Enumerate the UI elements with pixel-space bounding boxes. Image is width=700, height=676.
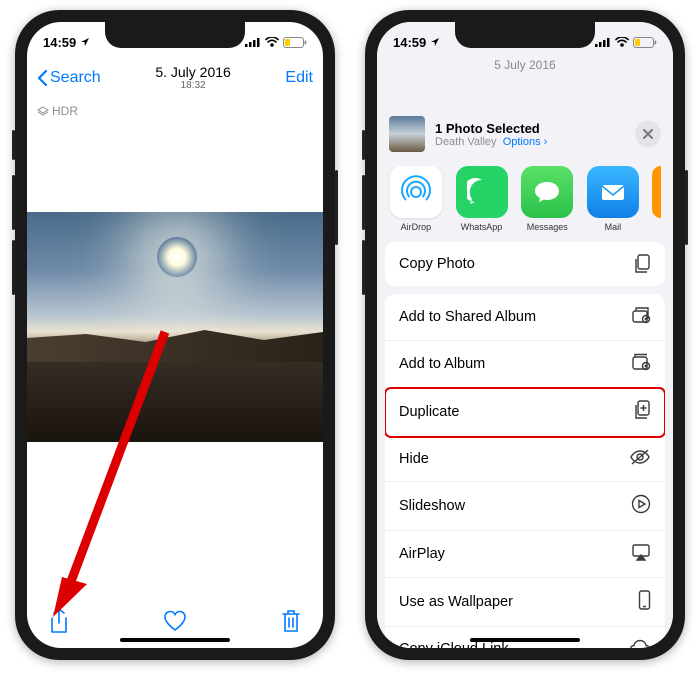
battery-icon bbox=[633, 37, 657, 48]
selection-subtitle: Death Valley bbox=[435, 136, 497, 148]
action-use-as-wallpaper[interactable]: Use as Wallpaper bbox=[385, 578, 665, 627]
share-actions: Copy Photo Add to Shared AlbumAdd to Alb… bbox=[377, 242, 673, 648]
chevron-left-icon bbox=[37, 69, 48, 87]
signal-icon bbox=[595, 37, 611, 47]
close-icon bbox=[643, 129, 653, 139]
airplay-icon bbox=[631, 543, 651, 565]
action-slideshow[interactable]: Slideshow bbox=[385, 482, 665, 531]
hdr-badge: HDR bbox=[27, 100, 323, 122]
copy-icloud-link-icon bbox=[629, 639, 651, 648]
app-messages[interactable]: Messages bbox=[520, 166, 574, 232]
trash-icon bbox=[281, 609, 301, 633]
whatsapp-icon bbox=[467, 177, 497, 207]
app-airdrop[interactable]: AirDrop bbox=[389, 166, 443, 232]
add-to-shared-album-icon bbox=[631, 306, 651, 328]
messages-icon bbox=[532, 177, 562, 207]
home-indicator[interactable] bbox=[470, 638, 580, 642]
action-add-to-album[interactable]: Add to Album bbox=[385, 341, 665, 388]
back-button[interactable]: Search bbox=[37, 69, 101, 87]
status-time: 14:59 bbox=[43, 35, 76, 50]
close-button[interactable] bbox=[635, 121, 661, 147]
share-button[interactable] bbox=[49, 608, 69, 639]
location-icon bbox=[80, 37, 90, 47]
action-add-to-shared-album[interactable]: Add to Shared Album bbox=[385, 294, 665, 341]
share-sheet-header: 1 Photo Selected Death Valley Options › bbox=[377, 106, 673, 162]
selection-title: 1 Photo Selected bbox=[435, 121, 625, 136]
notch bbox=[455, 22, 595, 48]
signal-icon bbox=[245, 37, 261, 47]
screen-right: 14:59 5 July 2016 1 Photo Selected Death… bbox=[377, 22, 673, 648]
home-indicator[interactable] bbox=[120, 638, 230, 642]
photo-viewer[interactable] bbox=[27, 212, 323, 442]
edit-button[interactable]: Edit bbox=[285, 69, 313, 87]
wifi-icon bbox=[265, 37, 279, 47]
airdrop-icon bbox=[399, 175, 433, 209]
screen-left: 14:59 Search 5. July 2016 18:32 bbox=[27, 22, 323, 648]
app-more-peek[interactable] bbox=[652, 166, 661, 218]
phone-left: 14:59 Search 5. July 2016 18:32 bbox=[15, 10, 335, 660]
share-apps-row[interactable]: AirDrop WhatsApp Messages bbox=[377, 162, 673, 242]
nav-bar: Search 5. July 2016 18:32 Edit bbox=[27, 56, 323, 100]
use-as-wallpaper-icon bbox=[638, 590, 651, 614]
notch bbox=[105, 22, 245, 48]
duplicate-icon bbox=[633, 400, 651, 424]
app-whatsapp[interactable]: WhatsApp bbox=[455, 166, 509, 232]
hdr-stack-icon bbox=[37, 105, 49, 117]
add-to-album-icon bbox=[631, 353, 651, 375]
action-copy-photo[interactable]: Copy Photo bbox=[385, 242, 665, 286]
phone-right: 14:59 5 July 2016 1 Photo Selected Death… bbox=[365, 10, 685, 660]
heart-icon bbox=[163, 610, 187, 632]
share-icon bbox=[49, 608, 69, 634]
action-airplay[interactable]: AirPlay bbox=[385, 531, 665, 578]
action-duplicate[interactable]: Duplicate bbox=[385, 388, 665, 437]
action-hide[interactable]: Hide bbox=[385, 437, 665, 482]
slideshow-icon bbox=[631, 494, 651, 518]
back-label: Search bbox=[50, 69, 101, 87]
battery-icon bbox=[283, 37, 307, 48]
hide-icon bbox=[629, 449, 651, 469]
preview-thumbnail[interactable] bbox=[389, 116, 425, 152]
wifi-icon bbox=[615, 37, 629, 47]
nav-title: 5. July 2016 18:32 bbox=[155, 65, 231, 91]
options-link[interactable]: Options › bbox=[503, 136, 548, 148]
app-mail[interactable]: Mail bbox=[586, 166, 640, 232]
location-icon bbox=[430, 37, 440, 47]
favorite-button[interactable] bbox=[163, 610, 187, 637]
underlying-title: 5 July 2016 bbox=[377, 58, 673, 72]
mail-icon bbox=[597, 176, 629, 208]
trash-button[interactable] bbox=[281, 609, 301, 638]
copy-icon bbox=[633, 254, 651, 274]
status-time: 14:59 bbox=[393, 35, 426, 50]
